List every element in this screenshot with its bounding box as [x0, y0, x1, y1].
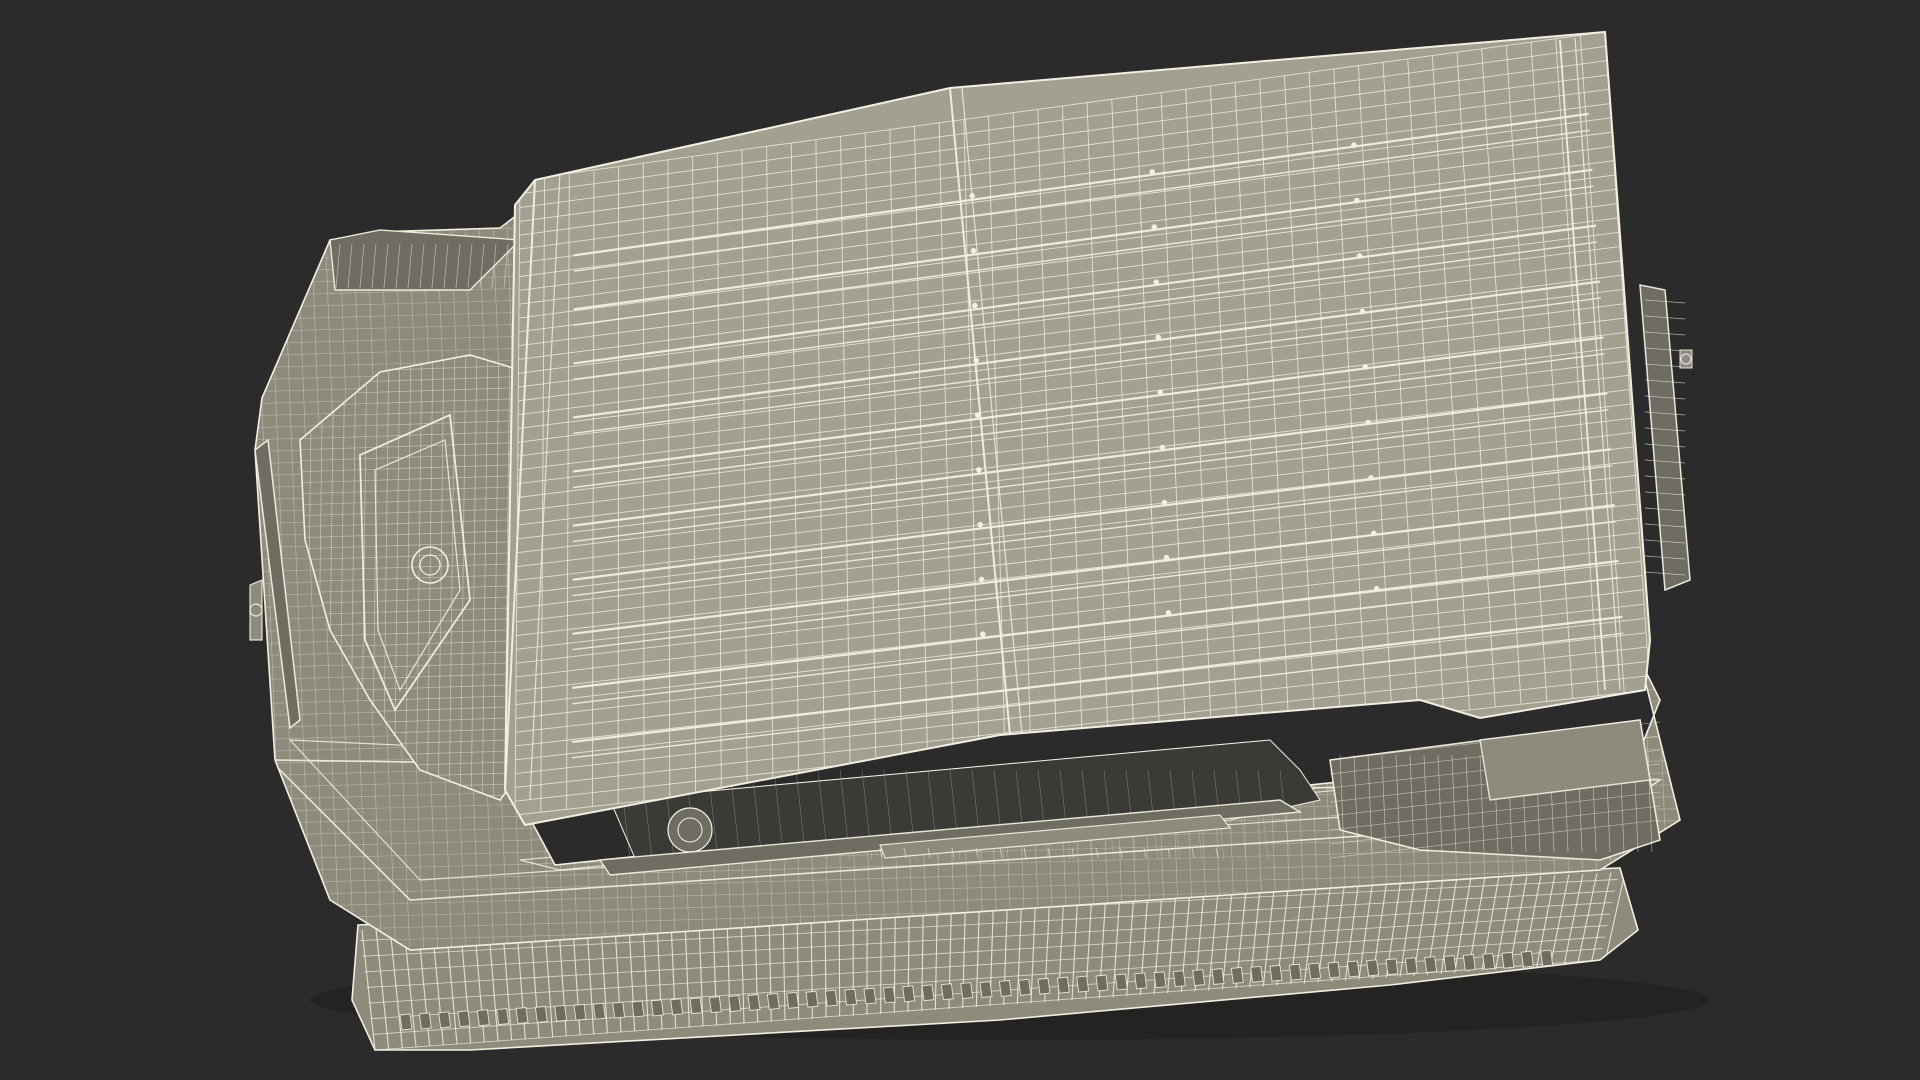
- right-side-hardware: [1639, 284, 1693, 592]
- vehicle-wireframe-render: [249, 30, 1710, 1051]
- render-viewport: [0, 0, 1920, 1080]
- roof-panel: [503, 30, 1652, 827]
- rear-equipment-block: [1329, 719, 1661, 861]
